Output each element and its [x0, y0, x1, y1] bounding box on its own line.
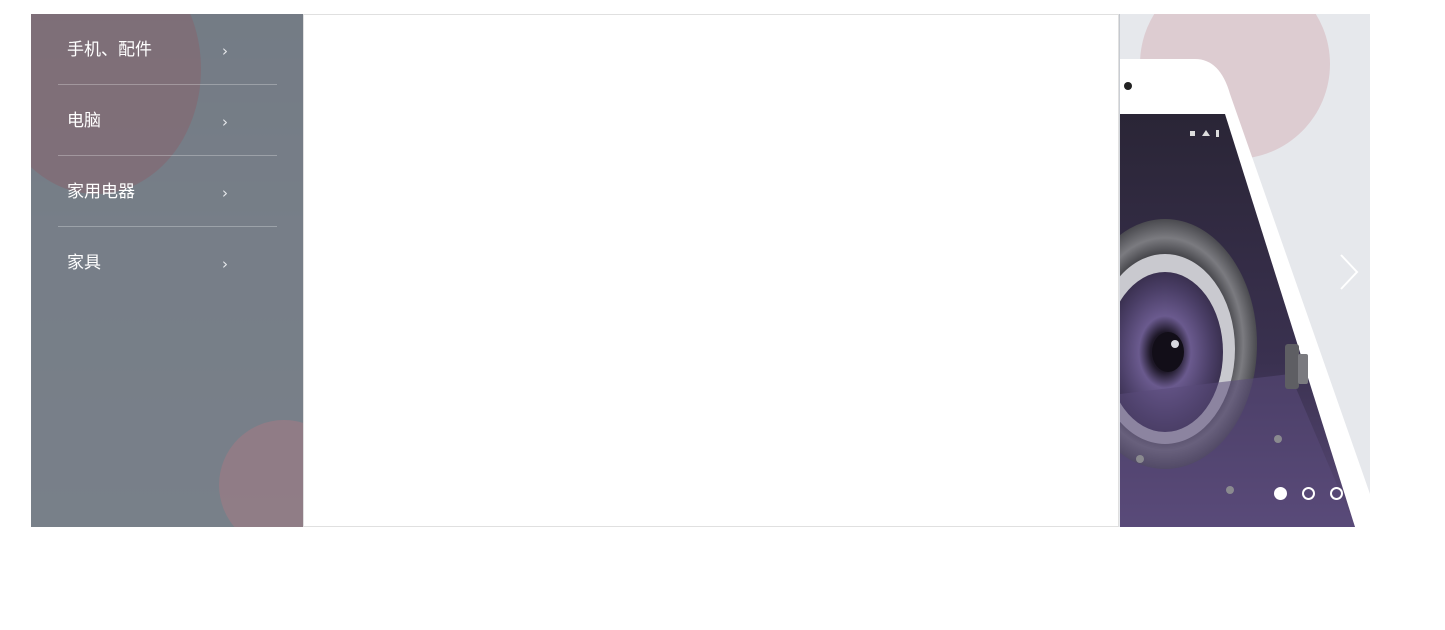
category-label: 家用电器 — [67, 182, 135, 202]
chevron-right-icon: › — [222, 255, 228, 273]
category-label: 家具 — [67, 253, 101, 273]
category-label: 手机、配件 — [67, 40, 152, 60]
category-menu: 手机、配件 › 电脑 › 家用电器 › 家具 › — [31, 14, 303, 527]
carousel-dot-1[interactable] — [1274, 487, 1287, 500]
carousel-pagination — [1274, 487, 1343, 501]
category-label: 电脑 — [67, 111, 101, 131]
category-item-furniture[interactable]: 家具 › — [58, 227, 277, 298]
decor-circle — [219, 420, 303, 527]
category-item-phones[interactable]: 手机、配件 › — [58, 14, 277, 85]
hero-banner: 手机、配件 › 电脑 › 家用电器 › 家具 › — [31, 14, 1370, 527]
chevron-right-icon: › — [222, 42, 228, 60]
carousel-dot-2[interactable] — [1302, 487, 1315, 500]
category-list: 手机、配件 › 电脑 › 家用电器 › 家具 › — [58, 14, 277, 298]
category-item-computers[interactable]: 电脑 › — [58, 85, 277, 156]
category-item-appliances[interactable]: 家用电器 › — [58, 156, 277, 227]
carousel-dot-3[interactable] — [1330, 487, 1343, 500]
chevron-right-icon — [1340, 254, 1359, 290]
content-panel — [303, 14, 1119, 527]
chevron-right-icon: › — [222, 184, 228, 202]
chevron-right-icon: › — [222, 113, 228, 131]
carousel-next-button[interactable] — [1333, 252, 1363, 292]
